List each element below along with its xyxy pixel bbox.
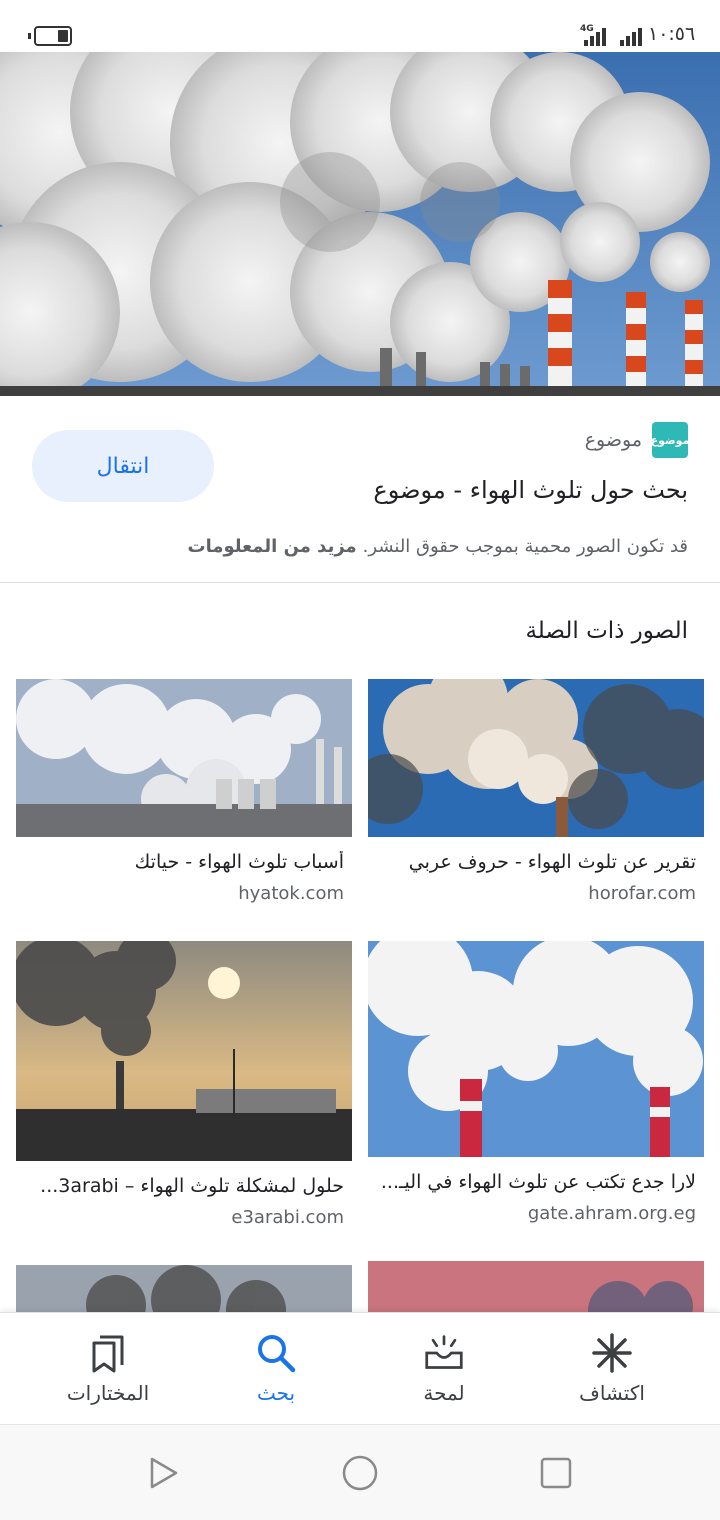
related-item[interactable]: حلول لمشكلة تلوث الهواء – 3arabi... e3ar… — [16, 941, 352, 1241]
related-item-domain: gate.ahram.org.eg — [527, 1203, 696, 1224]
related-thumbnail[interactable] — [368, 679, 704, 837]
related-thumbnail[interactable] — [368, 941, 704, 1157]
asterisk-icon — [592, 1333, 632, 1373]
site-name: موضوع — [584, 429, 642, 451]
nav-snapshot[interactable]: لمحة — [354, 1313, 534, 1425]
battery-icon — [34, 26, 72, 46]
related-item-title: أسباب تلوث الهواء - حياتك — [134, 851, 344, 873]
nav-collections[interactable]: المختارات — [18, 1313, 198, 1425]
source-row[interactable]: موضوع موضوع — [584, 422, 690, 458]
related-images-heading: الصور ذات الصلة — [525, 618, 688, 644]
site-logo-text: موضوع — [650, 433, 690, 447]
related-thumbnail[interactable] — [16, 941, 352, 1161]
nav-search-label: بحث — [256, 1381, 296, 1405]
search-icon — [256, 1333, 296, 1373]
visit-button[interactable]: انتقال — [32, 430, 214, 502]
nav-discover[interactable]: اكتشاف — [522, 1313, 702, 1425]
site-logo: موضوع — [650, 422, 690, 458]
hero-image[interactable] — [0, 52, 720, 396]
copyright-text: قد تكون الصور محمية بموجب حقوق النشر. — [362, 536, 688, 557]
related-item-domain: hyatok.com — [238, 883, 344, 904]
bookmarks-icon — [88, 1333, 128, 1373]
nav-discover-label: اكتشاف — [579, 1381, 645, 1405]
recents-square-icon[interactable] — [536, 1453, 576, 1493]
more-info-link[interactable]: مزيد من المعلومات — [188, 536, 357, 557]
related-item-title: تقرير عن تلوث الهواء - حروف عربي — [408, 851, 696, 873]
signal-icon — [584, 26, 606, 46]
home-circle-icon[interactable] — [340, 1453, 380, 1493]
back-triangle-icon[interactable] — [142, 1453, 182, 1493]
related-thumbnail[interactable] — [16, 679, 352, 837]
result-title[interactable]: بحث حول تلوث الهواء - موضوع — [373, 476, 688, 504]
copyright-notice: قد تكون الصور محمية بموجب حقوق النشر. مز… — [188, 536, 688, 557]
nav-snapshot-label: لمحة — [423, 1381, 465, 1405]
battery-tip — [28, 33, 31, 39]
related-item-domain: e3arabi.com — [231, 1207, 344, 1228]
related-item-domain: horofar.com — [588, 883, 696, 904]
related-item-title: حلول لمشكلة تلوث الهواء – 3arabi... — [40, 1175, 344, 1197]
nav-search[interactable]: بحث — [186, 1313, 366, 1425]
divider — [0, 582, 720, 583]
related-item-title: لارا جدع تكتب عن تلوث الهواء في اليـ... — [380, 1171, 696, 1193]
signal-icon-secondary — [620, 26, 642, 46]
clock: ١٠:٥٦ — [648, 23, 696, 45]
system-navigation-bar — [0, 1424, 720, 1520]
related-thumbnail-partial[interactable] — [368, 1261, 704, 1312]
status-bar: 4G ١٠:٥٦ — [0, 0, 720, 52]
related-thumbnail-partial[interactable] — [16, 1265, 352, 1312]
nav-collections-label: المختارات — [66, 1381, 150, 1405]
related-item[interactable]: أسباب تلوث الهواء - حياتك hyatok.com — [16, 679, 352, 919]
related-item[interactable]: تقرير عن تلوث الهواء - حروف عربي horofar… — [368, 679, 704, 919]
related-item[interactable]: لارا جدع تكتب عن تلوث الهواء في اليـ... … — [368, 941, 704, 1241]
bottom-navigation: اكتشاف لمحة بحث المختارات — [0, 1312, 720, 1424]
inbox-sparkle-icon — [424, 1333, 464, 1373]
